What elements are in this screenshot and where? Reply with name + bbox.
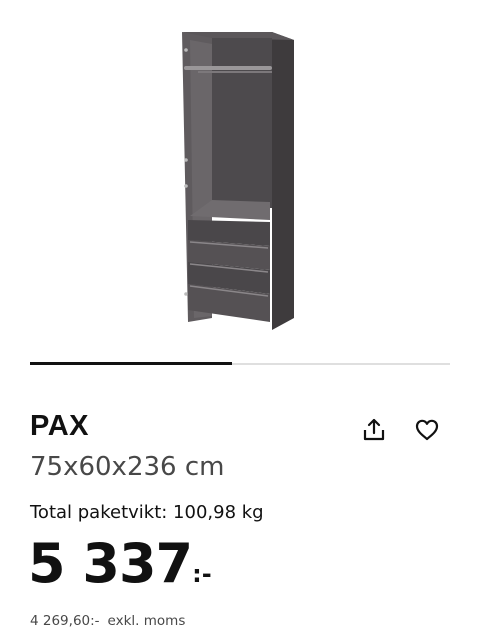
gallery-progress-fill <box>30 362 232 365</box>
product-image[interactable] <box>0 0 480 350</box>
favorite-button[interactable] <box>410 413 444 447</box>
share-icon <box>363 418 385 441</box>
price-ex-vat-label: exkl. moms <box>107 613 186 629</box>
product-name: PAX <box>30 410 89 442</box>
price-amount: 5 337 <box>28 532 193 595</box>
product-dimensions: 75x60x236 cm <box>30 452 225 482</box>
share-button[interactable] <box>357 413 391 447</box>
price: 5 337:- <box>28 532 212 595</box>
wardrobe-image <box>182 32 294 330</box>
price-ex-vat-amount: 4 269,60:- <box>30 613 100 629</box>
package-weight: Total paketvikt: 100,98 kg <box>30 502 264 523</box>
heart-icon <box>415 419 439 441</box>
gallery-progress[interactable] <box>30 362 450 365</box>
price-ex-vat: 4 269,60:- exkl. moms <box>30 613 185 629</box>
price-suffix: :- <box>192 560 212 588</box>
